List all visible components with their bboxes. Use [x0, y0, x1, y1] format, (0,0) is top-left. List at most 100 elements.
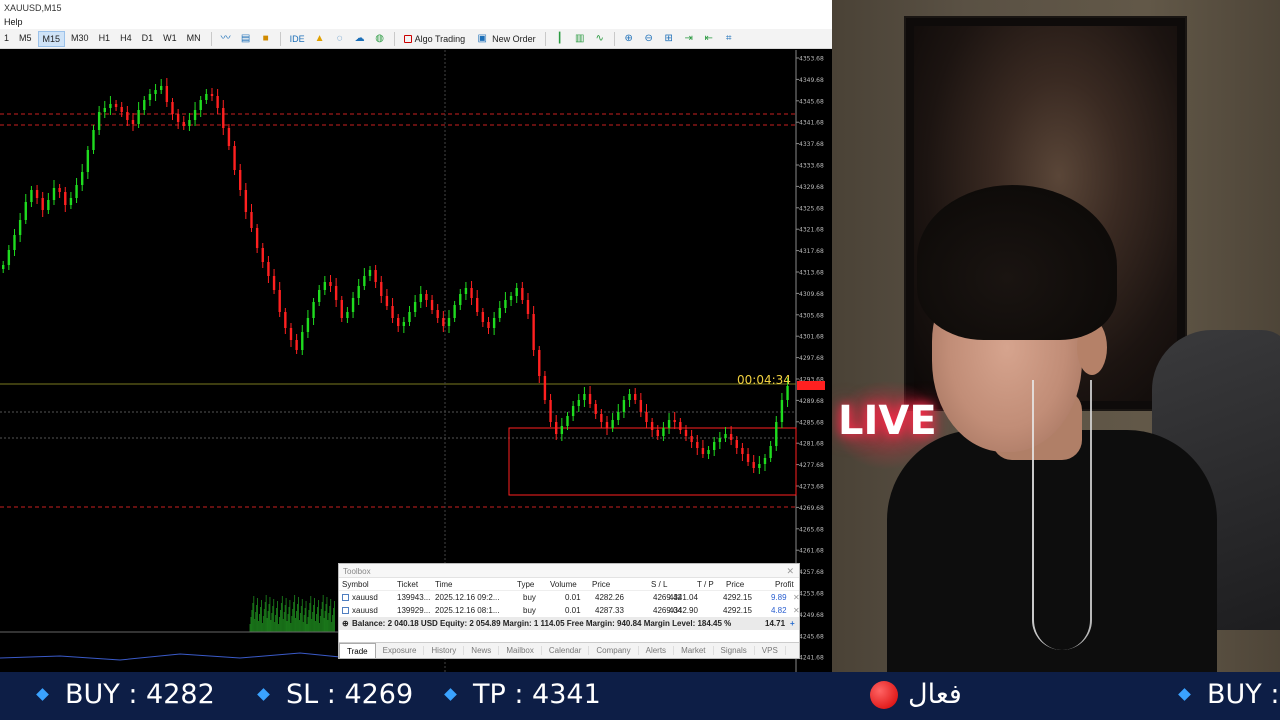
candle-body	[775, 422, 778, 446]
candle-body	[120, 107, 123, 112]
column-header[interactable]: S / L	[651, 580, 667, 589]
tab-market[interactable]: Market	[674, 646, 714, 655]
candle-body	[684, 430, 688, 436]
column-header[interactable]: Profit	[775, 580, 794, 589]
tab-trade[interactable]: Trade	[339, 643, 376, 658]
algo-trading-icon	[403, 34, 412, 43]
column-header[interactable]: T / P	[697, 580, 714, 589]
ticker-tp-text: TP : 4341	[473, 679, 601, 710]
candle-body	[707, 450, 710, 454]
timeframe-d1[interactable]: D1	[138, 31, 158, 47]
candle-body	[459, 294, 462, 305]
indicators-icon[interactable]: ▤	[239, 32, 253, 46]
menu-bar: Help	[0, 15, 832, 29]
candle-body	[532, 314, 535, 350]
candle-body	[583, 394, 586, 400]
timeframe-h4[interactable]: H4	[116, 31, 136, 47]
tab-news[interactable]: News	[464, 646, 500, 655]
column-header[interactable]: Type	[517, 580, 534, 589]
price-label: 4321.68	[799, 227, 824, 234]
grid-icon[interactable]: ⊞	[662, 32, 676, 46]
close-position-icon[interactable]: ✕	[793, 593, 800, 602]
position-row[interactable]: xauusd 139943... 2025.12.16 09:2... buy 0.01…	[339, 591, 800, 604]
zoom-in-icon[interactable]: ⊕	[622, 32, 636, 46]
column-header[interactable]: Time	[435, 580, 452, 589]
menu-help[interactable]: Help	[4, 17, 23, 27]
add-icon[interactable]: +	[790, 619, 795, 628]
candle-body	[758, 464, 761, 468]
close-icon[interactable]: ✕	[786, 566, 794, 577]
price-label: 4245.68	[799, 633, 824, 640]
webcam-feed: LIVE	[832, 0, 1280, 672]
position-icon	[342, 607, 349, 614]
candle-body	[735, 440, 738, 448]
candle-body	[357, 286, 360, 298]
timeframe-mn[interactable]: MN	[183, 31, 205, 47]
timeframe-h1[interactable]: H1	[95, 31, 115, 47]
candle-body	[780, 400, 784, 422]
candle-body	[611, 420, 614, 428]
tab-history[interactable]: History	[424, 646, 465, 655]
position-row[interactable]: xauusd 139929... 2025.12.16 08:1... buy 0.01…	[339, 604, 800, 617]
timeframe-w1[interactable]: W1	[159, 31, 181, 47]
trade-ticker: BUY : 4282 SL : 4269 TP : 4341 فعال BUY …	[0, 672, 1280, 720]
toolbar: 1 M5 M15 M30 H1 H4 D1 W1 MN 〰 ▤ ■ IDE ▲ ◌ ☁ ◍ Al…	[0, 29, 832, 49]
autoscroll-icon[interactable]: ⇥	[682, 32, 696, 46]
market-icon[interactable]: ◍	[373, 32, 387, 46]
candle-body	[306, 318, 310, 332]
tab-signals[interactable]: Signals	[714, 646, 755, 655]
close-position-icon[interactable]: ✕	[793, 606, 800, 615]
new-order-button[interactable]: ▣ New Order	[470, 32, 541, 46]
column-header[interactable]: Volume	[550, 580, 577, 589]
candle-body	[24, 202, 27, 220]
chart-type-icon[interactable]: 〰	[219, 32, 233, 46]
toolbar-divider	[613, 31, 615, 46]
toolbar-divider	[210, 31, 212, 46]
candle-body	[64, 192, 67, 205]
candle-body	[549, 400, 552, 422]
candle-body	[284, 312, 287, 328]
price-label: 4345.68	[799, 98, 824, 105]
timeframe-m15[interactable]: M15	[37, 30, 66, 47]
tab-company[interactable]: Company	[589, 646, 639, 655]
candle-body	[509, 296, 513, 300]
toolbar-divider	[544, 31, 546, 46]
cell-volume: 0.01	[565, 606, 581, 615]
lock-icon[interactable]: ▲	[313, 32, 327, 46]
signal-icon[interactable]: ◌	[333, 32, 347, 46]
algo-trading-button[interactable]: Algo Trading	[399, 34, 471, 44]
column-header[interactable]: Ticket	[397, 580, 418, 589]
tab-exposure[interactable]: Exposure	[376, 646, 425, 655]
column-header[interactable]: Price	[592, 580, 610, 589]
tab-vps[interactable]: VPS	[755, 646, 786, 655]
line-chart-icon[interactable]: ∿	[593, 32, 607, 46]
candle-body	[397, 318, 400, 326]
balance-summary: Balance: 2 040.18 USD Equity: 2 054.89 M…	[352, 619, 732, 628]
bar-chart-icon[interactable]: ┃	[553, 32, 567, 46]
timeframe-m30[interactable]: M30	[67, 31, 93, 47]
candle-body	[13, 235, 16, 250]
tab-mailbox[interactable]: Mailbox	[499, 646, 542, 655]
tab-alerts[interactable]: Alerts	[639, 646, 675, 655]
chart-shift-icon[interactable]: ⇤	[702, 32, 716, 46]
column-header[interactable]: Symbol	[342, 580, 369, 589]
cloud-icon[interactable]: ☁	[353, 32, 367, 46]
candle-body	[7, 250, 11, 265]
candle-body	[233, 146, 236, 170]
price-label: 4329.68	[799, 184, 824, 191]
templates-icon[interactable]: ■	[259, 32, 273, 46]
cell-ticket: 139943...	[397, 593, 431, 602]
cell-ticket: 139929...	[397, 606, 431, 615]
timeframe-1[interactable]: 1	[0, 31, 13, 47]
screenshot-icon[interactable]: ⌗	[722, 32, 736, 46]
cell-price: 4287.33	[595, 606, 624, 615]
zoom-out-icon[interactable]: ⊖	[642, 32, 656, 46]
column-header[interactable]: Price	[726, 580, 744, 589]
new-order-icon: ▣	[477, 32, 487, 44]
cell-tp: 4342.90	[669, 606, 698, 615]
tab-calendar[interactable]: Calendar	[542, 646, 590, 655]
ide-button[interactable]: IDE	[285, 34, 310, 44]
price-label: 4337.68	[799, 141, 824, 148]
candlestick-icon[interactable]: ▥	[573, 32, 587, 46]
timeframe-m5[interactable]: M5	[15, 31, 36, 47]
